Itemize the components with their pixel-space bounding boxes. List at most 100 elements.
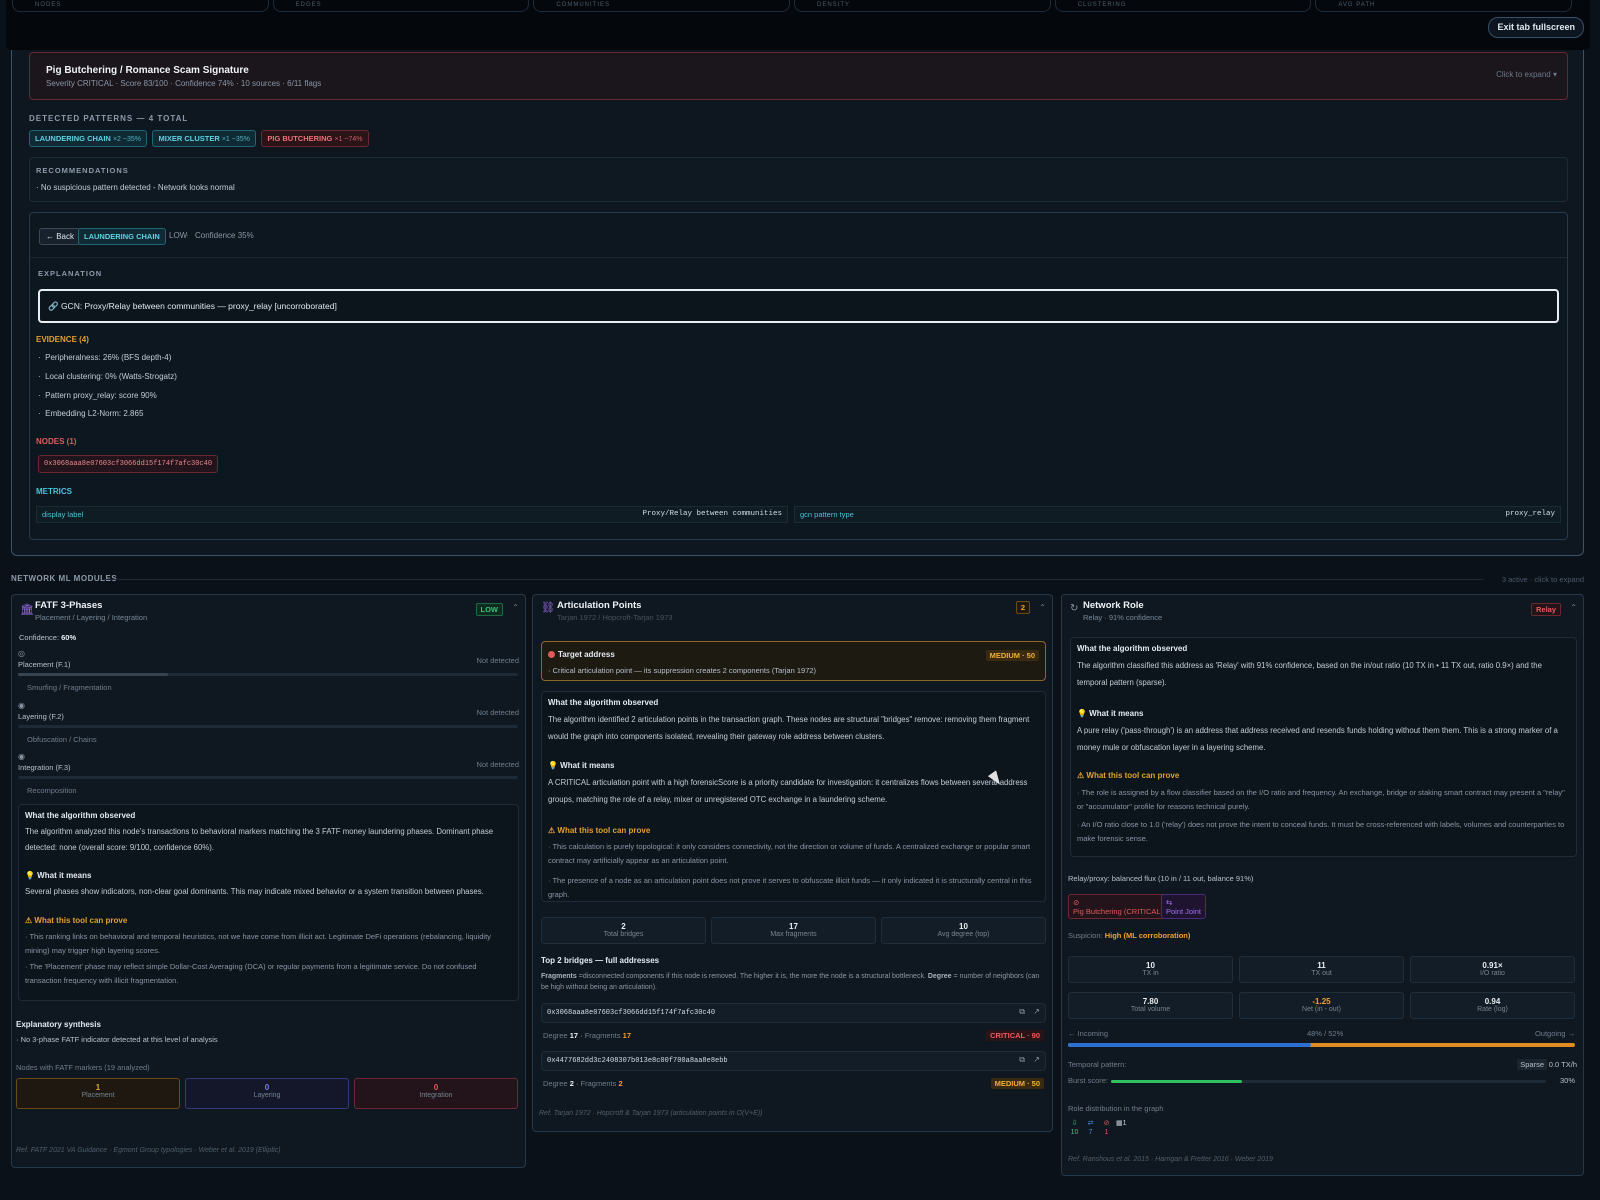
metric-value: proxy_relay xyxy=(1505,510,1555,518)
confidence-row: Confidence: 60% xyxy=(19,633,77,642)
phase-desc: Obfuscation / Chains xyxy=(27,735,97,744)
prove-item: · An I/O ratio close to 1.0 ('relay') do… xyxy=(1077,820,1565,843)
burst-bar xyxy=(1111,1080,1546,1083)
severity-badge: MEDIUM · 50 xyxy=(985,650,1039,661)
bridge-row[interactable]: 0x3068aaa8e07603cf3066dd15f174f7afc30c40… xyxy=(541,1003,1046,1023)
stat-tab[interactable]: EDGES xyxy=(272,0,530,12)
role-count: ⊘ 1 xyxy=(1103,1120,1110,1136)
fatf-nodes-label: Nodes with FATF markers (19 analyzed) xyxy=(16,1063,150,1072)
coin-icon: ◎ xyxy=(18,649,25,658)
divider xyxy=(104,579,1484,580)
fatf-explanation: What the algorithm observed The algorith… xyxy=(18,804,519,1001)
prove-item: · This ranking links on behavioral and t… xyxy=(25,932,491,955)
external-link-icon[interactable]: ↗ xyxy=(1033,1007,1040,1016)
refresh-icon: ↻ xyxy=(1070,603,1079,614)
role-count: ⇄ 7 xyxy=(1087,1120,1094,1136)
role-count: ⇩ 10 xyxy=(1070,1120,1079,1136)
copy-icon[interactable]: ⧉ xyxy=(1019,1055,1025,1065)
flow-bar xyxy=(1068,1043,1575,1047)
phase-name: Layering (F.2) xyxy=(18,712,64,721)
pattern-chip[interactable]: LAUNDERING CHAIN ×2 ~35% xyxy=(29,130,147,147)
role-explanation: What the algorithm observed The algorith… xyxy=(1070,637,1577,857)
chevron-up-icon[interactable]: ⌃ xyxy=(512,603,519,612)
articulation-explanation: What the algorithm observed The algorith… xyxy=(541,691,1046,902)
recommendations-box: RECOMMENDATIONS · No suspicious pattern … xyxy=(29,157,1568,202)
modules-label: NETWORK ML MODULES xyxy=(11,574,118,583)
back-button[interactable]: ← Back xyxy=(39,228,82,245)
stat-tab[interactable]: DENSITY xyxy=(794,0,1051,12)
target-icon: ◉ xyxy=(18,752,25,761)
prove-item: · The presence of a node as an articulat… xyxy=(548,876,1032,899)
articulation-title: Articulation Points xyxy=(557,600,642,611)
fatf-reference: Ref. FATF 2021 VA Guidance · Egmont Grou… xyxy=(16,1147,281,1154)
chevron-up-icon[interactable]: ⌃ xyxy=(1570,603,1577,612)
phase-status: Not detected xyxy=(476,708,519,717)
temporal-rate: 0.0 TX/h xyxy=(1548,1060,1577,1069)
stat-tab[interactable]: NODES xyxy=(12,0,269,12)
observed-text: The algorithm analyzed this node's trans… xyxy=(25,827,494,852)
means-title: 💡 What it means xyxy=(1077,709,1144,718)
phase-bar xyxy=(18,776,518,779)
pattern-chip[interactable]: PIG BUTCHERING ×1 ~74% xyxy=(261,130,369,147)
prove-item: · The 'Placement' phase may reflect simp… xyxy=(25,962,477,985)
pattern-chips: LAUNDERING CHAIN ×2 ~35% MIXER CLUSTER ×… xyxy=(29,130,372,147)
bridge-icon: ⛓ xyxy=(541,602,555,614)
articulation-reference: Ref. Tarjan 1972 · Hopcroft & Tarjan 197… xyxy=(539,1110,763,1117)
pattern-chip[interactable]: MIXER CLUSTER ×1 ~35% xyxy=(152,130,256,147)
flow-split: 48% / 52% xyxy=(1307,1029,1344,1038)
risk-badge: LOW xyxy=(475,603,503,616)
role-distribution: ⇩ 10 ⇄ 7 ⊘ 1 ▦1 xyxy=(1068,1119,1130,1137)
tag-pig-butchering[interactable]: ⊘ Pig Butchering (CRITICAL) xyxy=(1068,894,1169,919)
external-link-icon[interactable]: ↗ xyxy=(1033,1055,1040,1064)
network-role-card[interactable]: ↻ Network Role Relay · 91% confidence Re… xyxy=(1061,594,1584,1176)
metric-row: display label Proxy/Relay between commun… xyxy=(36,506,788,523)
metric-row: gcn pattern type proxy_relay xyxy=(794,506,1561,523)
tag-point-joint[interactable]: ⇆ Point Joint xyxy=(1161,894,1207,919)
node-address-chip[interactable]: 0x3068aaa8e07603cf3066dd15f174f7afc30c40 xyxy=(38,455,219,473)
count-badge: 2 xyxy=(1015,601,1030,614)
patterns-label: DETECTED PATTERNS — 4 TOTAL xyxy=(29,114,189,123)
count-placement: 1 Placement xyxy=(16,1078,180,1109)
metric-key: gcn pattern type xyxy=(800,510,854,519)
phase-desc: Recomposition xyxy=(27,786,77,795)
nodes-label: NODES (1) xyxy=(36,437,77,446)
prove-item: · The role is assigned by a flow classif… xyxy=(1077,788,1565,811)
suspicion-row: Suspicion: High (ML corroboration) xyxy=(1068,931,1191,940)
synthesis-title: Explanatory synthesis xyxy=(16,1020,101,1029)
distribution-label: Role distribution in the graph xyxy=(1068,1104,1164,1113)
copy-icon[interactable]: ⧉ xyxy=(1019,1007,1025,1017)
bridge-address: 0x3068aaa8e07603cf3066dd15f174f7afc30c40 xyxy=(547,1009,716,1017)
temporal-value: Sparse xyxy=(1517,1059,1547,1070)
modules-count[interactable]: 3 active · click to expand xyxy=(1502,575,1584,584)
articulation-card[interactable]: ⛓ Articulation Points Tarjan 1972 / Hopc… xyxy=(532,594,1053,1132)
layers-icon: ◉ xyxy=(18,701,25,710)
stat-tx-out: 11 TX out xyxy=(1239,956,1404,983)
evidence-item: · Pattern proxy_relay: score 90% xyxy=(38,391,157,400)
burst-value: 30% xyxy=(1559,1076,1575,1085)
target-text: · Critical articulation point — its supp… xyxy=(548,666,817,675)
exit-fullscreen-button[interactable]: Exit tab fullscreen xyxy=(1488,17,1584,38)
bridges-title: Top 2 bridges — full addresses xyxy=(541,956,660,965)
bridge-row[interactable]: 0x4477682dd3c2408307b013e8c00f700a8aa8e8… xyxy=(541,1051,1046,1071)
evidence-item: · Local clustering: 0% (Watts-Strogatz) xyxy=(38,372,177,381)
role-badge: Relay xyxy=(1530,603,1561,616)
role-title: Network Role xyxy=(1083,600,1144,611)
stat-tab[interactable]: CLUSTERING xyxy=(1054,0,1312,12)
prove-item: · This calculation is purely topological… xyxy=(548,842,1031,865)
stat-total-bridges: 2 Total bridges xyxy=(541,917,706,944)
evidence-item: · Peripheralness: 26% (BFS depth-4) xyxy=(38,353,172,362)
chevron-up-icon[interactable]: ⌃ xyxy=(1039,603,1046,612)
stat-tab[interactable]: AVG PATH xyxy=(1315,0,1573,12)
pattern-tag: LAUNDERING CHAIN xyxy=(78,228,166,245)
pattern-detail: ← Back LAUNDERING CHAIN LOW · Confidence… xyxy=(29,212,1568,540)
fatf-card[interactable]: 🏛 FATF 3-Phases Placement / Layering / I… xyxy=(11,594,526,1168)
alert-icon xyxy=(548,651,555,658)
recommendations-text: · No suspicious pattern detected - Netwo… xyxy=(36,183,235,192)
means-text: A CRITICAL articulation point with a hig… xyxy=(548,778,1028,804)
articulation-subtitle: Tarjan 1972 / Hopcroft-Tarjan 1973 xyxy=(557,613,673,622)
separator: · xyxy=(186,231,189,240)
expand-toggle[interactable]: Click to expand ▾ xyxy=(1496,70,1557,79)
fatf-subtitle: Placement / Layering / Integration xyxy=(35,613,148,622)
stat-tab[interactable]: COMMUNITIES xyxy=(533,0,791,12)
signature-banner[interactable]: Pig Butchering / Romance Scam Signature … xyxy=(29,52,1568,100)
